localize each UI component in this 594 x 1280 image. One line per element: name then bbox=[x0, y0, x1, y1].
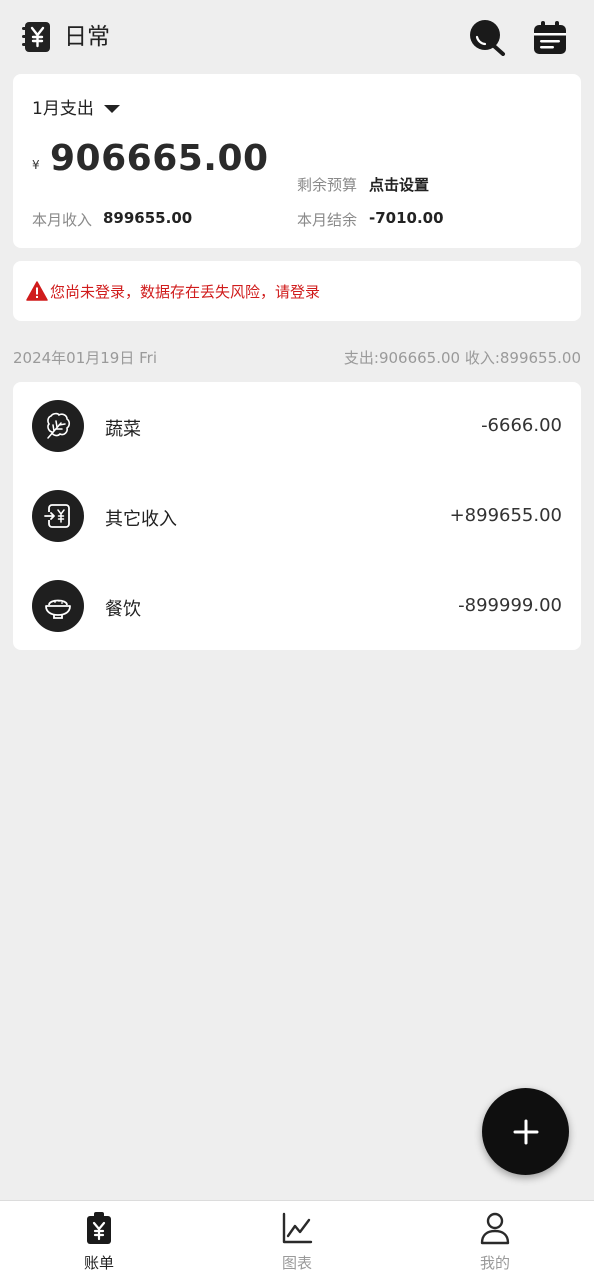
tab-profile-label: 我的 bbox=[479, 1254, 510, 1272]
transaction-name: 其它收入 bbox=[105, 509, 177, 530]
bill-icon bbox=[87, 1212, 111, 1244]
app-screen: 日常 1月支出 ¥ 906665.00 剩余预算 点击设置 本月收入 89965… bbox=[0, 0, 594, 1280]
login-warning-banner[interactable]: 您尚未登录，数据存在丢失风险，请登录 bbox=[13, 261, 581, 321]
month-balance-value: -7010.00 bbox=[369, 209, 444, 227]
tab-bills[interactable]: 账单 bbox=[0, 1201, 198, 1280]
profile-icon bbox=[480, 1212, 510, 1245]
transaction-amount: -6666.00 bbox=[481, 415, 562, 436]
tab-bills-label: 账单 bbox=[83, 1254, 114, 1272]
caret-down-icon bbox=[103, 105, 120, 113]
chart-icon bbox=[282, 1212, 313, 1244]
transaction-name: 蔬菜 bbox=[105, 419, 141, 440]
transaction-name: 餐饮 bbox=[105, 599, 141, 620]
day-header: 2024年01月19日 Fri 支出:906665.00 收入:899655.0… bbox=[13, 347, 581, 369]
search-icon[interactable] bbox=[468, 18, 506, 56]
currency-symbol: ¥ bbox=[32, 158, 40, 172]
plus-icon bbox=[513, 1119, 538, 1144]
month-income-label: 本月收入 bbox=[32, 211, 93, 229]
month-balance-label: 本月结余 bbox=[297, 211, 358, 229]
month-selector[interactable]: 1月支出 bbox=[32, 94, 120, 119]
remaining-budget-label: 剩余预算 bbox=[297, 176, 358, 194]
transaction-row[interactable]: 餐饮 -899999.00 bbox=[13, 562, 581, 652]
yen-book-icon bbox=[22, 22, 50, 52]
expense-total: 906665.00 bbox=[50, 138, 269, 179]
tab-charts[interactable]: 图表 bbox=[198, 1201, 396, 1280]
transaction-list: 蔬菜 -6666.00 其它收入 +899655.00 餐饮 -899999.0… bbox=[13, 382, 581, 650]
transaction-row[interactable]: 蔬菜 -6666.00 bbox=[13, 382, 581, 472]
income-transfer-icon bbox=[32, 490, 84, 542]
set-budget-link[interactable]: 点击设置 bbox=[369, 174, 429, 195]
vegetable-icon bbox=[32, 400, 84, 452]
warning-icon bbox=[26, 281, 48, 301]
transaction-row[interactable]: 其它收入 +899655.00 bbox=[13, 472, 581, 562]
warning-text: 您尚未登录，数据存在丢失风险，请登录 bbox=[50, 282, 321, 301]
transaction-amount: +899655.00 bbox=[449, 505, 562, 526]
month-label: 1月支出 bbox=[32, 98, 94, 119]
monthly-summary-card: 1月支出 ¥ 906665.00 剩余预算 点击设置 本月收入 899655.0… bbox=[13, 74, 581, 248]
rice-bowl-icon bbox=[32, 580, 84, 632]
tab-charts-label: 图表 bbox=[281, 1254, 312, 1272]
ledger-title[interactable]: 日常 bbox=[64, 22, 110, 52]
add-record-button[interactable] bbox=[482, 1088, 569, 1175]
transaction-amount: -899999.00 bbox=[458, 595, 562, 616]
bottom-navigation: 账单 图表 我的 bbox=[0, 1200, 594, 1280]
top-bar: 日常 bbox=[0, 0, 594, 74]
tab-profile[interactable]: 我的 bbox=[396, 1201, 594, 1280]
calendar-icon[interactable] bbox=[532, 20, 568, 56]
day-totals: 支出:906665.00 收入:899655.00 bbox=[343, 349, 581, 367]
month-income-value: 899655.00 bbox=[103, 209, 193, 227]
day-date: 2024年01月19日 Fri bbox=[13, 349, 157, 367]
